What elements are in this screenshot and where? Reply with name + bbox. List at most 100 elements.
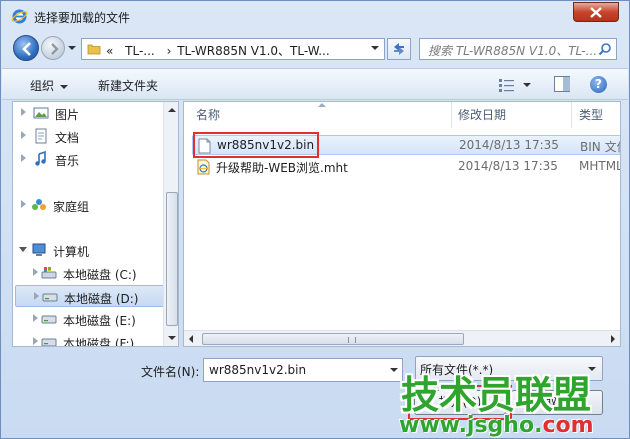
back-button[interactable] [13,35,39,61]
nav-item-label: 文档 [55,131,80,145]
nav-item-label: 图片 [55,108,80,122]
nav-item-computer[interactable]: 计算机 [13,239,163,261]
expand-icon[interactable] [21,108,26,116]
scroll-left-icon[interactable] [189,335,193,343]
breadcrumb-item-current[interactable]: TL-WR885N V1.0、TL-W... [177,44,329,58]
title-bar: 选择要加载的文件 [1,1,629,31]
mht-file-icon [197,159,210,175]
history-dropdown-icon[interactable] [67,43,77,53]
drive-icon [41,315,57,324]
breadcrumb-item[interactable]: TL-... [125,44,155,58]
nav-item-pictures[interactable]: 图片 [13,102,163,124]
drive-c-icon [41,267,57,279]
expand-icon[interactable] [33,314,38,322]
nav-item-music[interactable]: 音乐 [13,148,163,170]
file-open-dialog: 选择要加载的文件 « TL-... › TL-WR885N V1.0、TL-W.… [0,0,630,439]
expand-icon[interactable] [21,200,26,208]
nav-item-drive-c[interactable]: 本地磁盘 (C:) [13,262,163,284]
expand-icon[interactable] [21,154,26,162]
watermark-url-main: www.jsgho. [399,413,543,438]
nav-item-label: 本地磁盘 (F:) [63,337,135,347]
computer-icon [32,243,46,256]
nav-item-label: 本地磁盘 (C:) [63,268,137,282]
column-header-name[interactable]: 名称 [196,102,446,128]
drive-icon [42,293,58,302]
file-list-scrollbar[interactable] [184,330,620,346]
folder-icon [87,44,101,55]
chevron-right-icon: › [166,44,172,58]
watermark-url-tail: com [542,413,594,438]
nav-item-label: 本地磁盘 (D:) [64,292,139,306]
filename-value: wr885nv1v2.bin [209,363,307,377]
scroll-right-icon[interactable] [611,335,615,343]
preview-pane-icon[interactable] [554,76,570,92]
expand-icon[interactable] [21,131,26,139]
organize-label: 组织 [30,79,55,93]
scrollbar-thumb[interactable] [166,192,178,326]
scroll-up-icon[interactable] [168,108,176,112]
forward-button[interactable] [41,36,65,60]
nav-item-drive-d[interactable]: 本地磁盘 (D:) [15,285,165,307]
nav-item-label: 家庭组 [53,200,90,214]
watermark-logo: 技术员联盟 [401,373,592,417]
address-bar[interactable]: « TL-... › TL-WR885N V1.0、TL-W... [81,38,385,60]
view-options-icon[interactable] [498,77,516,93]
nav-scrollbar[interactable] [163,102,178,346]
chevron-down-icon[interactable] [390,368,398,372]
column-header-type[interactable]: 类型 [579,102,620,128]
column-divider[interactable] [451,102,452,128]
search-box[interactable]: 搜索 TL-WR885N V1.0、TL-... [419,38,617,60]
drive-icon [41,338,57,346]
documents-icon [35,128,47,144]
nav-item-label: 本地磁盘 (E:) [63,314,136,328]
scroll-down-icon[interactable] [168,336,176,340]
refresh-button[interactable] [387,38,411,60]
expand-icon[interactable] [33,268,38,276]
file-list: 名称 修改日期 类型 wr885nv1v2.bin 2014/8/13 17:3… [183,101,621,347]
music-icon [35,151,46,166]
file-row[interactable]: 升级帮助-WEB浏览.mht 2014/8/13 17:35 MHTML [192,157,621,177]
chevron-down-icon [60,84,69,89]
search-icon[interactable] [598,42,612,56]
help-icon[interactable]: ? [590,76,607,93]
view-dropdown-icon[interactable] [523,83,531,87]
column-header-date[interactable]: 修改日期 [458,102,568,128]
arrow-left-icon [22,42,31,56]
arrow-right-icon [51,43,59,55]
nav-item-homegroup[interactable]: 家庭组 [13,194,163,216]
file-date: 2014/8/13 17:35 [459,138,559,152]
navigation-bar: « TL-... › TL-WR885N V1.0、TL-W... 搜索 TL-… [1,31,629,65]
nav-item-label: 音乐 [55,154,80,168]
navigation-pane: 图片 文档 音乐 家庭组 计算机 本地磁盘 (C:) 本地磁盘 (D:) 本地磁… [12,101,179,347]
new-folder-button[interactable]: 新建文件夹 [98,77,158,94]
expand-icon[interactable] [33,337,38,345]
scrollbar-thumb[interactable] [202,333,464,345]
nav-item-drive-f[interactable]: 本地磁盘 (F:) [13,331,163,347]
breadcrumb-overflow[interactable]: « [106,44,113,58]
filename-label: 文件名(N): [141,365,200,379]
chevron-down-icon[interactable] [370,43,380,53]
command-toolbar: 组织 新建文件夹 ? [2,68,628,100]
homegroup-icon [32,199,46,210]
close-icon [590,7,602,18]
selection-annotation [193,132,319,158]
search-placeholder: 搜索 TL-WR885N V1.0、TL-... [428,44,596,58]
breadcrumb: « TL-... › TL-WR885N V1.0、TL-W... [106,42,338,59]
collapse-icon[interactable] [19,247,27,252]
pictures-icon [33,107,49,119]
close-button[interactable] [573,2,619,22]
file-name: 升级帮助-WEB浏览.mht [216,161,348,175]
nav-item-drive-e[interactable]: 本地磁盘 (E:) [13,308,163,330]
refresh-icon [394,43,404,55]
file-type: MHTML [579,159,621,173]
column-divider[interactable] [571,102,572,128]
filename-input[interactable]: wr885nv1v2.bin [203,358,403,382]
dialog-title: 选择要加载的文件 [34,11,131,25]
watermark-url: www.jsgho.com [399,413,594,438]
organize-button[interactable]: 组织 [30,77,69,94]
nav-item-documents[interactable]: 文档 [13,125,163,147]
file-date: 2014/8/13 17:35 [458,159,558,173]
expand-icon[interactable] [34,292,39,300]
ie-icon [11,9,28,24]
nav-item-label: 计算机 [53,245,90,259]
